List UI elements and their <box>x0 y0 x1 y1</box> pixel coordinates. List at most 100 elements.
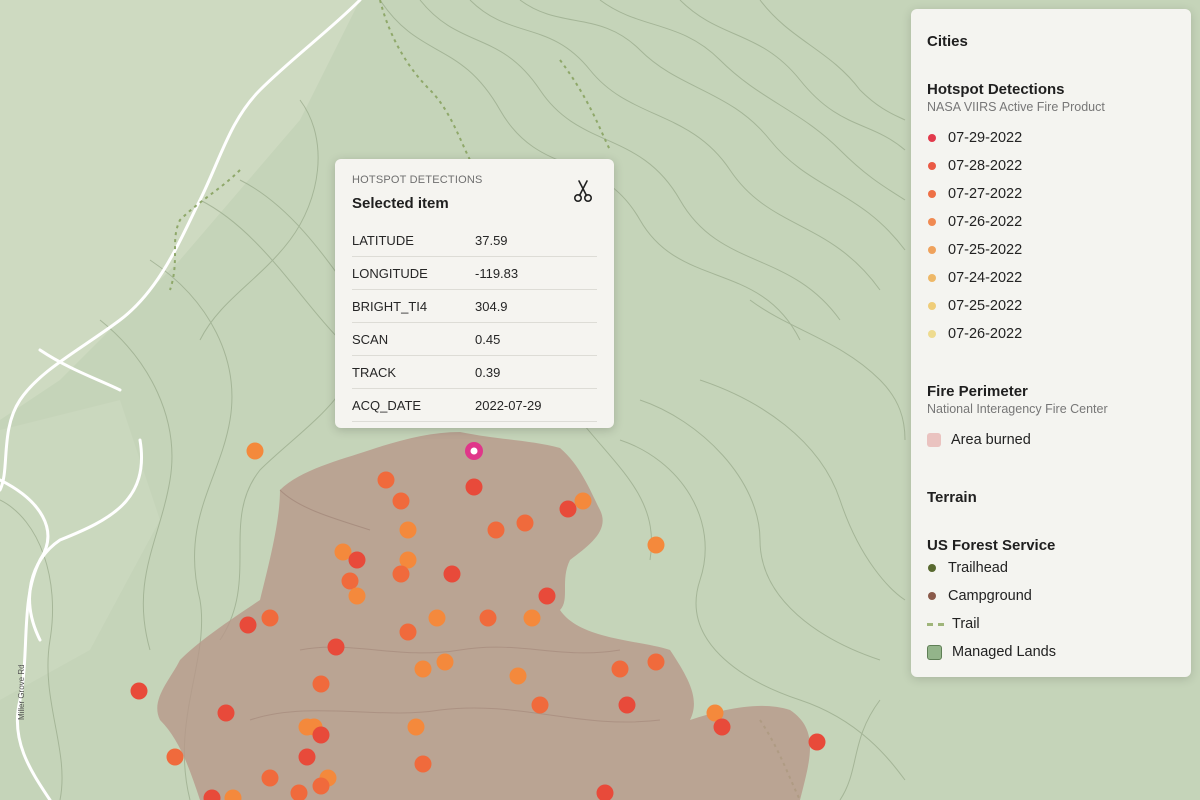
hotspot-marker[interactable] <box>647 536 665 554</box>
popup-field-value: 0.39 <box>475 355 597 389</box>
hotspot-marker[interactable] <box>239 616 257 634</box>
hotspot-marker[interactable] <box>348 551 366 569</box>
hotspot-marker[interactable] <box>261 609 279 627</box>
hotspot-date-swatch <box>928 134 936 142</box>
popup-field-value: -119.83 <box>475 256 597 290</box>
legend-label: 07-25-2022 <box>948 242 1023 258</box>
hotspot-marker[interactable] <box>261 769 279 787</box>
popup-row: LATITUDE 37.59 <box>352 224 597 257</box>
legend-label: Trailhead <box>948 560 1008 576</box>
hotspot-marker[interactable] <box>327 638 345 656</box>
hotspot-marker[interactable] <box>399 623 417 641</box>
popup-field-value: 304.9 <box>475 289 597 323</box>
hotspot-marker[interactable] <box>618 696 636 714</box>
legend-hotspot-title[interactable]: Hotspot Detections <box>927 81 1065 98</box>
popup-field-key: ACQ_DATE <box>352 388 475 422</box>
hotspot-marker[interactable] <box>130 682 148 700</box>
hotspot-marker[interactable] <box>559 500 577 518</box>
popup-row: BRIGHT_TI4 304.9 <box>352 289 597 323</box>
hotspot-marker[interactable] <box>166 748 184 766</box>
legend-item-trailhead: Trailhead <box>927 558 1008 578</box>
hotspot-marker[interactable] <box>531 696 549 714</box>
trail-swatch <box>927 622 944 626</box>
hotspot-marker[interactable] <box>414 660 432 678</box>
popup-field-key: SCAN <box>352 322 475 356</box>
hotspot-date-swatch <box>928 330 936 338</box>
legend-label: Trail <box>952 616 980 632</box>
hotspot-marker[interactable] <box>516 514 534 532</box>
legend-item-hotspot-date: 07-28-2022 <box>927 156 1022 176</box>
hotspot-popup: HOTSPOT DETECTIONS Selected item LATITUD… <box>335 159 614 428</box>
hotspot-marker[interactable] <box>479 609 497 627</box>
managed-lands-swatch <box>927 644 942 660</box>
legend-label: 07-26-2022 <box>948 214 1023 230</box>
hotspot-marker[interactable] <box>414 755 432 773</box>
legend-usfs-title[interactable]: US Forest Service <box>927 537 1055 554</box>
hotspot-marker[interactable] <box>465 478 483 496</box>
legend-item-area-burned: Area burned <box>927 430 1031 450</box>
hotspot-marker[interactable] <box>713 718 731 736</box>
legend-item-hotspot-date: 07-25-2022 <box>927 240 1022 260</box>
legend-label: 07-28-2022 <box>948 158 1023 174</box>
hotspot-marker[interactable] <box>246 442 264 460</box>
hotspot-marker[interactable] <box>348 587 366 605</box>
scissors-icon[interactable] <box>572 179 594 203</box>
area-burned-swatch <box>927 433 941 447</box>
legend-label: 07-27-2022 <box>948 186 1023 202</box>
legend-item-campground: Campground <box>927 586 1032 606</box>
hotspot-marker[interactable] <box>392 565 410 583</box>
hotspot-marker[interactable] <box>523 609 541 627</box>
hotspot-marker[interactable] <box>217 704 235 722</box>
hotspot-date-swatch <box>928 246 936 254</box>
legend-item-hotspot-date: 07-26-2022 <box>927 324 1022 344</box>
legend-hotspot-source: NASA VIIRS Active Fire Product <box>927 100 1105 114</box>
hotspot-marker[interactable] <box>428 609 446 627</box>
hotspot-marker[interactable] <box>298 748 316 766</box>
hotspot-marker[interactable] <box>436 653 454 671</box>
hotspot-marker[interactable] <box>487 521 505 539</box>
hotspot-marker[interactable] <box>312 726 330 744</box>
popup-field-key: LONGITUDE <box>352 256 475 290</box>
legend-label: Managed Lands <box>952 644 1056 660</box>
hotspot-date-swatch <box>928 162 936 170</box>
legend-item-hotspot-date: 07-24-2022 <box>927 268 1022 288</box>
legend-item-hotspot-date: 07-27-2022 <box>927 184 1022 204</box>
popup-row: SCAN 0.45 <box>352 322 597 356</box>
hotspot-marker[interactable] <box>407 718 425 736</box>
legend-label: Area burned <box>951 432 1031 448</box>
legend-label: 07-29-2022 <box>948 130 1023 146</box>
hotspot-marker[interactable] <box>509 667 527 685</box>
legend-fire-title[interactable]: Fire Perimeter <box>927 383 1028 400</box>
road-label: Miller Grove Rd <box>17 664 26 720</box>
hotspot-date-swatch <box>928 274 936 282</box>
legend-item-trail: Trail <box>927 614 980 634</box>
hotspot-marker[interactable] <box>341 572 359 590</box>
hotspot-marker[interactable] <box>399 521 417 539</box>
popup-field-key: LATITUDE <box>352 224 475 257</box>
legend-label: 07-26-2022 <box>948 326 1023 342</box>
legend-fire-source: National Interagency Fire Center <box>927 402 1108 416</box>
hotspot-marker[interactable] <box>312 777 330 795</box>
hotspot-marker[interactable] <box>808 733 826 751</box>
selected-hotspot[interactable] <box>465 442 483 460</box>
hotspot-marker[interactable] <box>647 653 665 671</box>
hotspot-marker[interactable] <box>574 492 592 510</box>
hotspot-marker[interactable] <box>377 471 395 489</box>
legend-item-hotspot-date: 07-29-2022 <box>927 128 1022 148</box>
hotspot-marker[interactable] <box>312 675 330 693</box>
popup-attributes: LATITUDE 37.59 LONGITUDE -119.83 BRIGHT_TI4 3… <box>352 224 597 422</box>
legend-terrain[interactable]: Terrain <box>927 489 977 506</box>
legend-cities[interactable]: Cities <box>927 33 968 50</box>
hotspot-marker[interactable] <box>392 492 410 510</box>
popup-row: LONGITUDE -119.83 <box>352 256 597 290</box>
popup-kicker: HOTSPOT DETECTIONS <box>352 174 483 186</box>
popup-field-key: BRIGHT_TI4 <box>352 289 475 323</box>
legend-item-managed-lands: Managed Lands <box>927 642 1056 662</box>
legend-label: 07-24-2022 <box>948 270 1023 286</box>
hotspot-marker[interactable] <box>443 565 461 583</box>
hotspot-marker[interactable] <box>538 587 556 605</box>
hotspot-date-swatch <box>928 190 936 198</box>
popup-field-value: 0.45 <box>475 322 597 356</box>
hotspot-marker[interactable] <box>611 660 629 678</box>
popup-row: ACQ_DATE 2022-07-29 <box>352 388 597 422</box>
